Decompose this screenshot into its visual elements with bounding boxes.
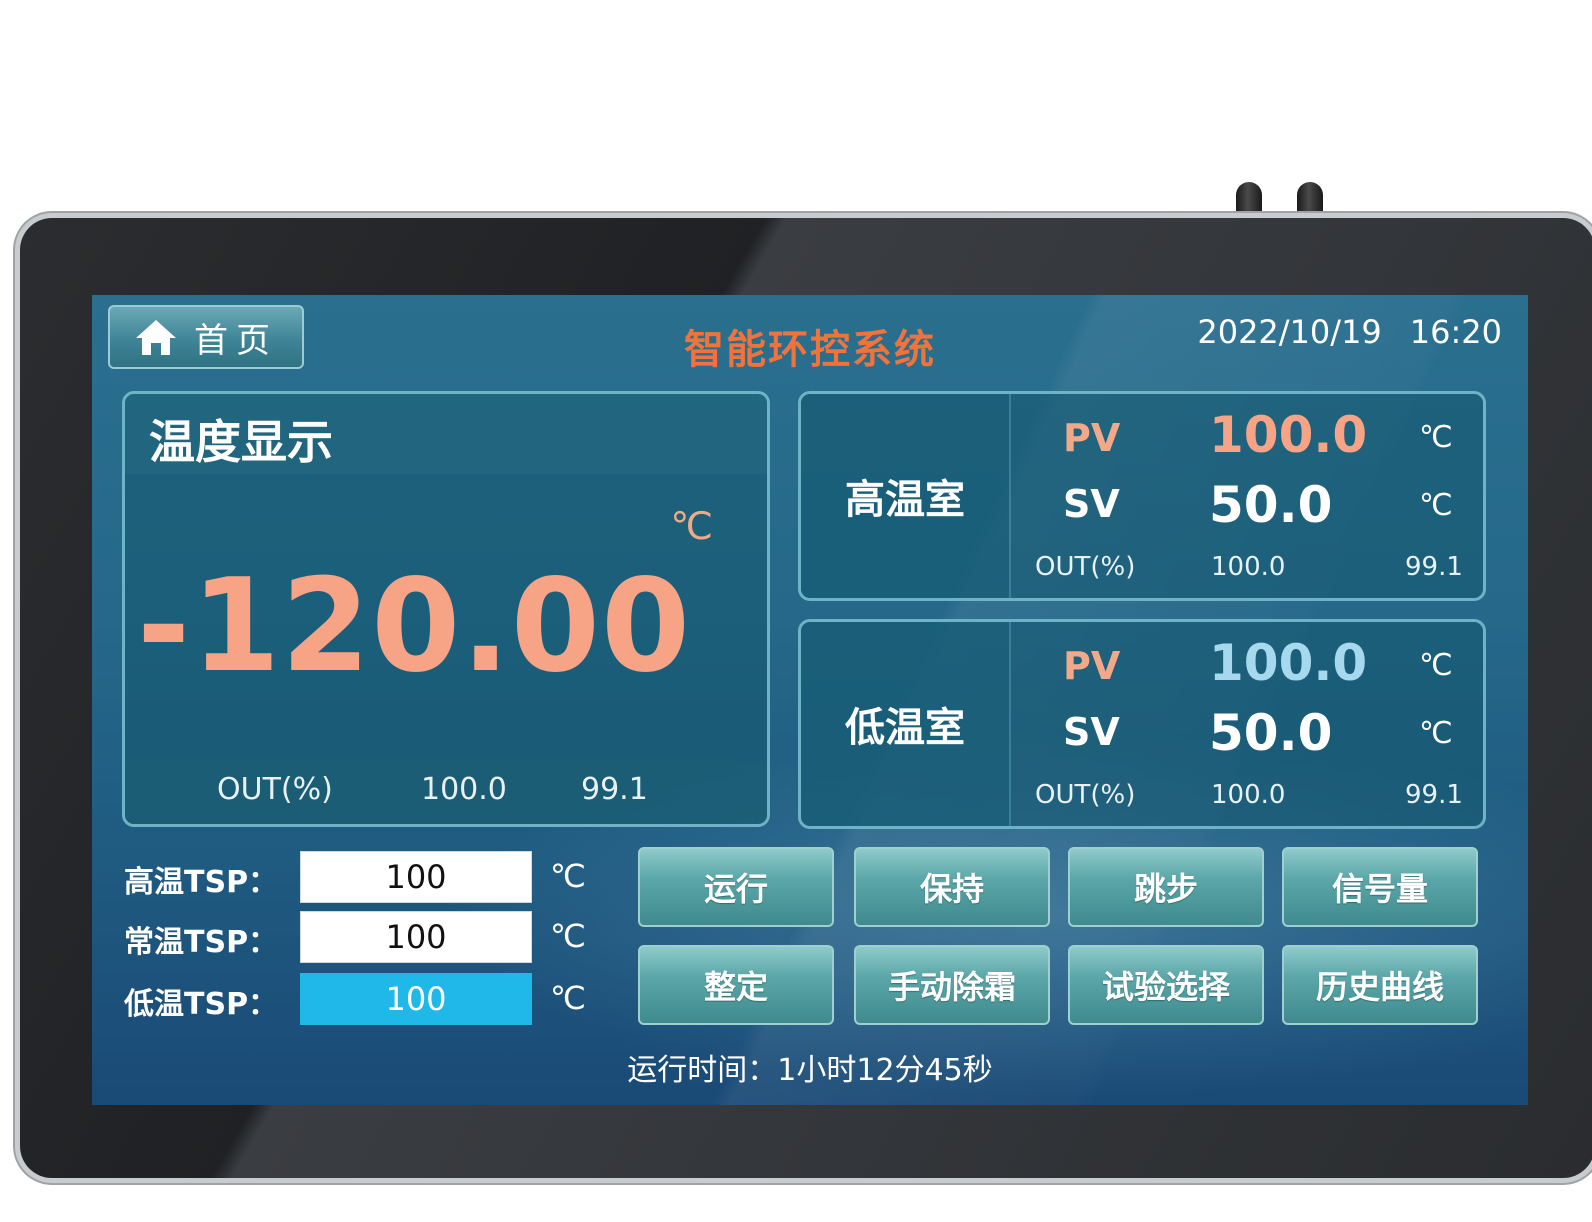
temperature-display-title: 温度显示 bbox=[149, 415, 333, 469]
high-temp-room-panel: 高温室 PV 100.0 ℃ SV 50.0 ℃ OUT(%) 100.0 99… bbox=[798, 391, 1486, 601]
normal-tsp-label: 常温TSP： bbox=[124, 925, 279, 960]
normal-tsp-input[interactable] bbox=[300, 911, 532, 963]
signal-button[interactable]: 信号量 bbox=[1282, 847, 1478, 927]
datetime: 2022/10/19 16:20 bbox=[1197, 313, 1502, 351]
sv-label: SV bbox=[1063, 710, 1120, 754]
output-value: 99.1 bbox=[1405, 552, 1463, 582]
sv-value: 50.0 bbox=[1209, 704, 1333, 762]
sv-unit: ℃ bbox=[1419, 488, 1453, 523]
output-label: OUT(%) bbox=[1035, 780, 1136, 810]
low-temp-room-panel: 低温室 PV 100.0 ℃ SV 50.0 ℃ OUT(%) 100.0 99… bbox=[798, 619, 1486, 829]
high-tsp-input[interactable] bbox=[300, 851, 532, 903]
hold-button[interactable]: 保持 bbox=[854, 847, 1050, 927]
temperature-display-panel: 温度显示 ℃ -120.00 OUT(%) 100.0 99.1 bbox=[122, 391, 770, 827]
pv-unit: ℃ bbox=[1419, 420, 1453, 455]
pv-value: 100.0 bbox=[1209, 634, 1368, 692]
room-name: 低温室 bbox=[845, 705, 965, 751]
sv-label: SV bbox=[1063, 482, 1120, 526]
auto-tune-button[interactable]: 整定 bbox=[638, 945, 834, 1025]
output-value: 100.0 bbox=[421, 772, 507, 807]
sv-unit: ℃ bbox=[1419, 716, 1453, 751]
temperature-value: -120.00 bbox=[136, 552, 691, 701]
hmi-screen: 首页 智能环控系统 2022/10/19 16:20 温度显示 ℃ -120.00… bbox=[92, 295, 1528, 1105]
low-tsp-label: 低温TSP： bbox=[124, 987, 279, 1022]
pv-value: 100.0 bbox=[1209, 406, 1368, 464]
temperature-output-row: OUT(%) 100.0 99.1 bbox=[125, 760, 767, 824]
device-photo: 首页 智能环控系统 2022/10/19 16:20 温度显示 ℃ -120.00… bbox=[0, 0, 1592, 1222]
high-tsp-label: 高温TSP： bbox=[124, 865, 279, 900]
output-value: 99.1 bbox=[581, 772, 648, 807]
pv-label: PV bbox=[1063, 416, 1121, 460]
output-value: 100.0 bbox=[1211, 780, 1286, 810]
pv-unit: ℃ bbox=[1419, 648, 1453, 683]
time-text: 16:20 bbox=[1409, 313, 1502, 351]
output-label: OUT(%) bbox=[1035, 552, 1136, 582]
output-value: 100.0 bbox=[1211, 552, 1286, 582]
manual-defrost-button[interactable]: 手动除霜 bbox=[854, 945, 1050, 1025]
sv-value: 50.0 bbox=[1209, 476, 1333, 534]
high-tsp-unit: ℃ bbox=[550, 857, 586, 895]
skip-step-button[interactable]: 跳步 bbox=[1068, 847, 1264, 927]
room-name: 高温室 bbox=[845, 477, 965, 523]
low-tsp-input[interactable] bbox=[300, 973, 532, 1025]
history-curve-button[interactable]: 历史曲线 bbox=[1282, 945, 1478, 1025]
temperature-unit: ℃ bbox=[670, 504, 713, 548]
date-text: 2022/10/19 bbox=[1197, 313, 1382, 351]
run-button[interactable]: 运行 bbox=[638, 847, 834, 927]
runtime-status: 运行时间：1小时12分45秒 bbox=[627, 1053, 993, 1088]
low-tsp-unit: ℃ bbox=[550, 979, 586, 1017]
pv-label: PV bbox=[1063, 644, 1121, 688]
output-label: OUT(%) bbox=[217, 772, 333, 807]
test-select-button[interactable]: 试验选择 bbox=[1068, 945, 1264, 1025]
output-value: 99.1 bbox=[1405, 780, 1463, 810]
normal-tsp-unit: ℃ bbox=[550, 917, 586, 955]
